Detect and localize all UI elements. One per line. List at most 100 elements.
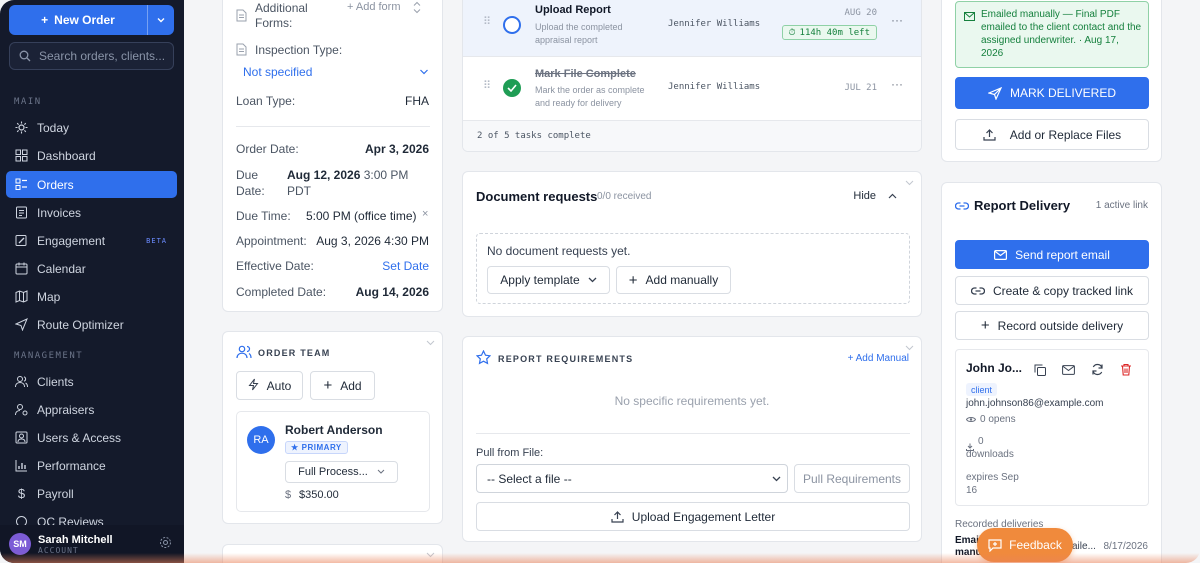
- mail-icon: [994, 249, 1008, 260]
- chevron-down-icon: [588, 277, 597, 283]
- user-profile[interactable]: SM Sarah Mitchell ACCOUNT: [0, 525, 184, 563]
- drag-handle-icon[interactable]: ⠿: [483, 79, 491, 92]
- chevron-down-icon: [772, 476, 781, 482]
- search-input[interactable]: Search orders, clients...: [9, 42, 174, 70]
- sidebar-item-label: Route Optimizer: [37, 317, 124, 332]
- apply-template-button[interactable]: Apply template: [487, 266, 610, 294]
- upload-icon: [983, 128, 996, 141]
- add-manually-button[interactable]: + Add manually: [616, 266, 731, 294]
- link-icon: [955, 202, 969, 210]
- task-row[interactable]: ⠿ Mark File Complete Mark the order as c…: [463, 57, 921, 120]
- sidebar-item-clients[interactable]: Clients: [6, 368, 177, 395]
- new-order-dropdown[interactable]: [148, 5, 174, 35]
- sidebar-item-dashboard[interactable]: Dashboard: [6, 142, 177, 169]
- sidebar-item-route-optimizer[interactable]: Route Optimizer: [6, 311, 177, 338]
- order-team-card: ORDER TEAM Auto + Add RA Robert Anderson…: [222, 331, 443, 524]
- chevron-down-icon: [420, 69, 428, 75]
- order-details-card: Additional Forms: + Add form Inspection …: [222, 0, 443, 312]
- chevron-down-icon[interactable]: [426, 552, 435, 558]
- user-name: Sarah Mitchell: [38, 533, 113, 546]
- sidebar-item-payroll[interactable]: $ Payroll: [6, 480, 177, 507]
- users-icon: [15, 431, 28, 444]
- more-icon[interactable]: ···: [891, 13, 903, 27]
- add-form-link[interactable]: + Add form: [347, 1, 401, 13]
- chevron-down-icon[interactable]: [905, 345, 914, 351]
- record-outside-delivery-button[interactable]: + Record outside delivery: [955, 311, 1149, 340]
- mail-icon[interactable]: [1062, 365, 1075, 375]
- sort-icon[interactable]: [413, 1, 421, 14]
- send-report-email-button[interactable]: Send report email: [955, 240, 1149, 269]
- due-time-value[interactable]: 5:00 PM (office time): [306, 209, 416, 223]
- clear-icon[interactable]: ×: [422, 208, 428, 220]
- chevron-down-icon[interactable]: [426, 340, 435, 346]
- task-checkbox[interactable]: [503, 16, 521, 34]
- sidebar-item-calendar[interactable]: Calendar: [6, 255, 177, 282]
- sidebar-item-users-access[interactable]: Users & Access: [6, 424, 177, 451]
- sidebar-item-appraisers[interactable]: Appraisers: [6, 396, 177, 423]
- chevron-down-icon[interactable]: [905, 180, 914, 186]
- sidebar-item-map[interactable]: Map: [6, 283, 177, 310]
- feedback-button[interactable]: Feedback: [977, 528, 1073, 562]
- check-icon: [507, 84, 517, 92]
- send-icon: [987, 86, 1002, 100]
- inspection-type-select[interactable]: Not specified: [236, 63, 429, 81]
- trash-icon[interactable]: [1120, 363, 1132, 376]
- map-icon: [15, 290, 28, 303]
- sun-icon: [15, 121, 28, 134]
- sidebar-item-today[interactable]: Today: [6, 114, 177, 141]
- pull-from-file-label: Pull from File:: [476, 447, 544, 459]
- due-time-label: Due Time:: [236, 209, 291, 223]
- next-section-card: [222, 544, 443, 563]
- new-order-main[interactable]: + New Order: [9, 5, 147, 35]
- sidebar-item-invoices[interactable]: Invoices: [6, 199, 177, 226]
- record-outside-label: Record outside delivery: [997, 318, 1124, 333]
- hide-toggle[interactable]: Hide: [853, 190, 897, 202]
- upload-engagement-letter-button[interactable]: Upload Engagement Letter: [476, 502, 910, 531]
- create-tracked-link-button[interactable]: Create & copy tracked link: [955, 276, 1149, 305]
- new-order-button[interactable]: + New Order: [9, 5, 174, 35]
- set-date-link[interactable]: Set Date: [382, 259, 429, 273]
- add-replace-files-button[interactable]: Add or Replace Files: [955, 119, 1149, 150]
- add-manual-link[interactable]: + Add Manual: [848, 353, 909, 364]
- add-label: Add: [340, 378, 362, 393]
- tasks-card: ⠿ Upload Report Upload the completed app…: [462, 0, 922, 152]
- active-links-count: 1 active link: [1095, 200, 1148, 211]
- pull-requirements-button[interactable]: Pull Requirements: [794, 464, 910, 493]
- sidebar-item-engagement[interactable]: Engagement BETA: [6, 227, 177, 254]
- feedback-icon: [988, 538, 1002, 552]
- app-window: + New Order Search orders, clients... MA…: [0, 0, 1200, 563]
- sidebar-item-label: Map: [37, 289, 61, 304]
- member-name: Robert Anderson: [285, 423, 383, 437]
- task-row[interactable]: ⠿ Upload Report Upload the completed app…: [463, 0, 921, 56]
- loan-type-value: FHA: [405, 94, 429, 108]
- role-select[interactable]: Full Process...: [285, 461, 398, 483]
- route-icon: [15, 318, 28, 331]
- sidebar-item-orders[interactable]: Orders: [6, 171, 177, 198]
- timer-badge: ⏱ 114h 40m left: [781, 25, 877, 40]
- mark-delivered-button[interactable]: MARK DELIVERED: [955, 77, 1149, 109]
- file-select[interactable]: -- Select a file --: [476, 464, 788, 493]
- task-checkbox-checked[interactable]: [503, 79, 521, 97]
- auto-assign-button[interactable]: Auto: [236, 371, 303, 400]
- timer-text: 114h 40m left: [799, 27, 870, 38]
- copy-icon[interactable]: [1034, 364, 1046, 376]
- refresh-icon[interactable]: [1091, 363, 1104, 376]
- engagement-icon: [15, 234, 28, 247]
- section-main-label: MAIN: [14, 97, 42, 107]
- opens-count: 0 opens: [980, 414, 1016, 425]
- downloads-label: downloads: [966, 449, 1014, 460]
- drag-handle-icon[interactable]: ⠿: [483, 15, 491, 28]
- sidebar-item-label: Engagement: [37, 233, 106, 248]
- sidebar-item-label: Appraisers: [37, 402, 95, 417]
- document-requests-empty-area: No document requests yet. Apply template…: [476, 233, 910, 304]
- sidebar-item-label: Today: [37, 120, 70, 135]
- chevron-up-icon: [888, 193, 897, 199]
- plus-icon: +: [980, 317, 990, 334]
- sidebar-item-label: Calendar: [37, 261, 86, 276]
- more-icon[interactable]: ···: [891, 77, 903, 91]
- gear-icon[interactable]: [159, 536, 172, 552]
- sidebar-item-performance[interactable]: Performance: [6, 452, 177, 479]
- team-icon: [236, 345, 252, 359]
- add-member-button[interactable]: + Add: [310, 371, 375, 400]
- invoice-icon: [15, 206, 28, 219]
